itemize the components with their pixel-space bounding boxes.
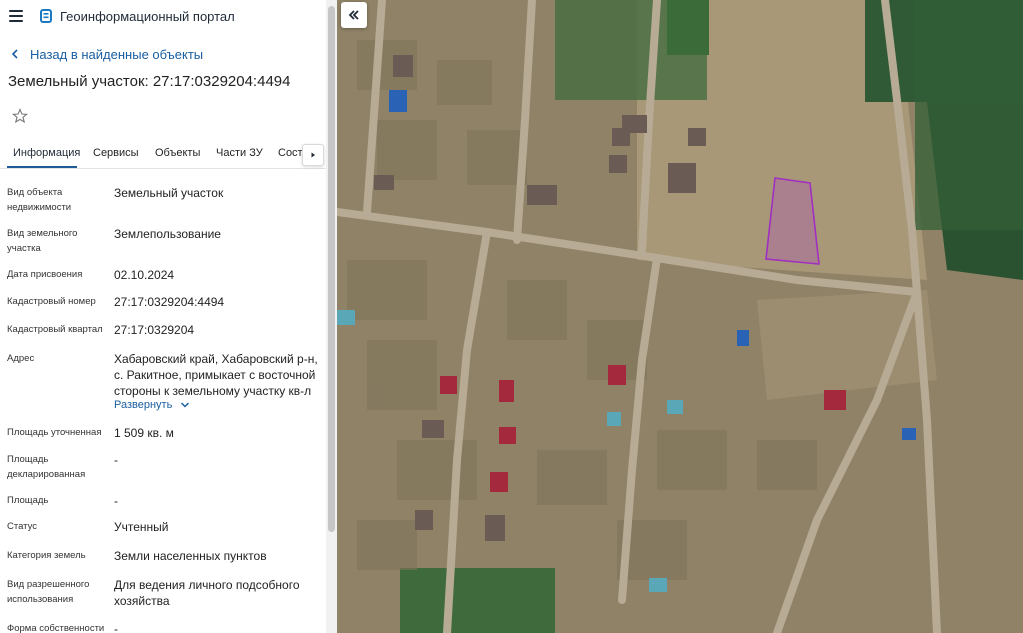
selected-parcel[interactable] [765, 177, 820, 265]
field-label: Вид объекта недвижимости [7, 187, 72, 213]
top-bar: Геоинформационный портал [0, 0, 326, 32]
field-label: Категория земель [7, 550, 86, 561]
active-tab-indicator [7, 166, 77, 168]
field-label: Площадь [7, 495, 49, 506]
tab-parts[interactable]: Части ЗУ [216, 147, 263, 159]
tabs-scroll-right-button[interactable] [302, 144, 324, 166]
field-label: Кадастровый номер [7, 296, 96, 307]
field-value: - [114, 622, 118, 633]
field-label: Вид разрешенного использования [7, 579, 90, 605]
field-value: 02.10.2024 [114, 268, 175, 282]
back-link-label: Назад в найденные объекты [30, 46, 204, 62]
field-label: Адрес [7, 353, 35, 364]
map-imagery [337, 0, 1023, 633]
field-value: Земли населенных пунктов [114, 549, 267, 563]
field-label: Площадь уточненная [7, 427, 102, 438]
tab-objects[interactable]: Объекты [155, 147, 200, 159]
field-value: Учтенный [114, 520, 169, 534]
app-title: Геоинформационный портал [60, 9, 235, 24]
field-value: 27:17:0329204 [114, 323, 195, 337]
field-label: Кадастровый квартал [7, 324, 103, 335]
field-label: Дата присвоения [7, 269, 83, 280]
field-value: - [114, 453, 118, 467]
expand-label: Развернуть [114, 399, 173, 411]
tab-information[interactable]: Информация [13, 147, 80, 159]
address-expand-button[interactable]: Развернуть [114, 399, 190, 411]
field-label: Площадь декларированная [7, 454, 86, 480]
tab-services[interactable]: Сервисы [93, 147, 139, 159]
field-value: Для ведения личного подсобного хозяйства [114, 578, 300, 608]
field-value: Землепользование [114, 227, 221, 241]
chevron-left-icon [11, 49, 18, 59]
tab-bar: Информация Сервисы Объекты Части ЗУ Сост… [0, 143, 326, 169]
panel-scrollbar-thumb[interactable] [328, 6, 335, 532]
field-value: 1 509 кв. м [114, 426, 174, 440]
star-outline-icon[interactable] [12, 108, 28, 124]
portal-logo-icon [40, 9, 52, 23]
field-value: - [114, 494, 118, 508]
field-label: Форма собственности [7, 623, 105, 633]
collapse-panel-button[interactable] [341, 2, 367, 28]
chevron-down-icon [181, 402, 190, 408]
chevron-right-icon [311, 152, 315, 158]
double-chevron-left-icon [348, 10, 359, 20]
field-value: 27:17:0329204:4494 [114, 295, 225, 309]
field-label: Вид земельного участка [7, 228, 78, 254]
back-to-results-link[interactable]: Назад в найденные объекты [10, 46, 203, 62]
hamburger-menu-icon[interactable] [9, 10, 23, 22]
page-title: Земельный участок: 27:17:0329204:4494 [8, 73, 291, 90]
field-value: Земельный участок [114, 186, 224, 200]
info-panel: Геоинформационный портал Назад в найденн… [0, 0, 337, 633]
field-label: Статус [7, 521, 38, 532]
satellite-map[interactable] [337, 0, 1023, 633]
field-value: Хабаровский край, Хабаровский р-н, с. Ра… [114, 352, 318, 398]
